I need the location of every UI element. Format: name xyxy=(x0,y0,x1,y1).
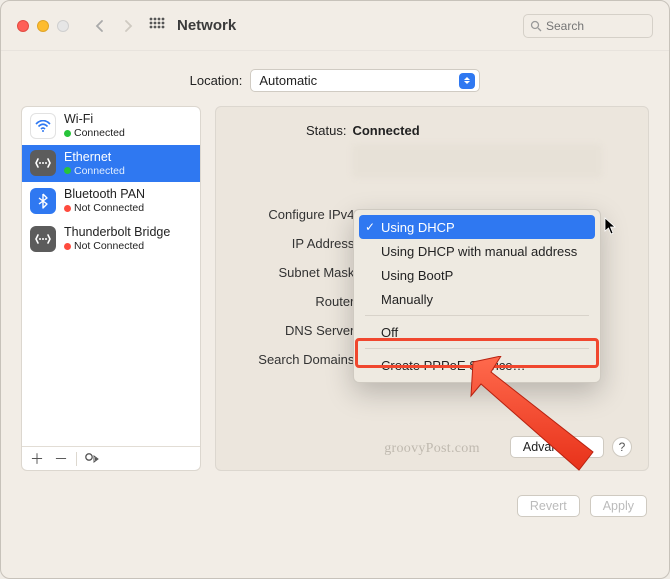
eth-icon xyxy=(30,150,56,176)
location-row: Location: Automatic xyxy=(1,51,669,106)
search-input[interactable] xyxy=(546,19,636,33)
sidebar-item-wi-fi[interactable]: Wi-FiConnected xyxy=(22,107,200,145)
titlebar: Network xyxy=(1,1,669,51)
advanced-button[interactable]: Advanced… xyxy=(510,436,604,458)
search-field[interactable] xyxy=(523,14,653,38)
service-name: Bluetooth PAN xyxy=(64,187,145,202)
status-dot-icon xyxy=(64,130,71,137)
service-name: Wi-Fi xyxy=(64,112,125,127)
menu-separator xyxy=(365,315,589,316)
router-label: Router: xyxy=(234,294,366,309)
apply-button[interactable]: Apply xyxy=(590,495,647,517)
redacted-status-text xyxy=(352,144,602,178)
status-label: Status: xyxy=(306,123,346,138)
service-name: Ethernet xyxy=(64,150,125,165)
service-name: Thunderbolt Bridge xyxy=(64,225,170,240)
location-value: Automatic xyxy=(259,73,317,88)
forward-button xyxy=(117,15,139,37)
revert-button[interactable]: Revert xyxy=(517,495,580,517)
search-icon xyxy=(530,20,542,32)
window-footer: Revert Apply xyxy=(1,485,669,517)
status-dot-icon xyxy=(64,167,71,174)
menu-item-create-pppoe-service[interactable]: Create PPPoE Service… xyxy=(359,353,595,377)
menu-item-using-bootp[interactable]: Using BootP xyxy=(359,263,595,287)
watermark: groovyPost.com xyxy=(384,441,480,457)
configure-ipv4-menu[interactable]: Using DHCPUsing DHCP with manual address… xyxy=(353,209,601,383)
service-actions-button[interactable] xyxy=(81,449,103,469)
remove-service-button[interactable]: － xyxy=(50,449,72,469)
search-domains-label: Search Domains: xyxy=(234,352,366,367)
service-status: Connected xyxy=(64,165,125,178)
sidebar-item-thunderbolt-bridge[interactable]: Thunderbolt BridgeNot Connected xyxy=(22,220,200,258)
ip-label: IP Address: xyxy=(234,236,366,251)
service-status: Not Connected xyxy=(64,240,170,253)
sidebar-item-bluetooth-pan[interactable]: Bluetooth PANNot Connected xyxy=(22,182,200,220)
menu-item-using-dhcp[interactable]: Using DHCP xyxy=(359,215,595,239)
bt-icon xyxy=(30,188,56,214)
status-dot-icon xyxy=(64,205,71,212)
add-service-button[interactable]: ＋ xyxy=(26,449,48,469)
configure-label: Configure IPv4: xyxy=(234,207,366,222)
status-value: Connected xyxy=(352,123,419,138)
network-prefs-window: Network Location: Automatic Wi-FiConnect… xyxy=(0,0,670,579)
zoom-icon xyxy=(57,20,69,32)
back-button[interactable] xyxy=(89,15,111,37)
location-select[interactable]: Automatic xyxy=(250,69,480,92)
location-label: Location: xyxy=(190,73,243,88)
menu-item-off[interactable]: Off xyxy=(359,320,595,344)
service-sidebar: Wi-FiConnectedEthernetConnectedBluetooth… xyxy=(21,106,201,471)
help-button[interactable]: ? xyxy=(612,437,632,457)
service-list: Wi-FiConnectedEthernetConnectedBluetooth… xyxy=(22,107,200,446)
subnet-label: Subnet Mask: xyxy=(234,265,366,280)
menu-item-using-dhcp-with-manual-address[interactable]: Using DHCP with manual address xyxy=(359,239,595,263)
eth-icon xyxy=(30,226,56,252)
service-status: Connected xyxy=(64,127,125,140)
window-controls xyxy=(17,20,69,32)
dns-label: DNS Server: xyxy=(234,323,366,338)
wifi-icon xyxy=(30,113,56,139)
service-status: Not Connected xyxy=(64,202,145,215)
status-dot-icon xyxy=(64,243,71,250)
minimize-icon[interactable] xyxy=(37,20,49,32)
menu-item-manually[interactable]: Manually xyxy=(359,287,595,311)
sidebar-footer: ＋ － xyxy=(22,446,200,470)
menu-separator xyxy=(365,348,589,349)
sidebar-item-ethernet[interactable]: EthernetConnected xyxy=(22,145,200,183)
page-title: Network xyxy=(177,17,236,34)
show-all-icon[interactable] xyxy=(149,17,167,35)
close-icon[interactable] xyxy=(17,20,29,32)
chevron-updown-icon xyxy=(459,73,475,89)
